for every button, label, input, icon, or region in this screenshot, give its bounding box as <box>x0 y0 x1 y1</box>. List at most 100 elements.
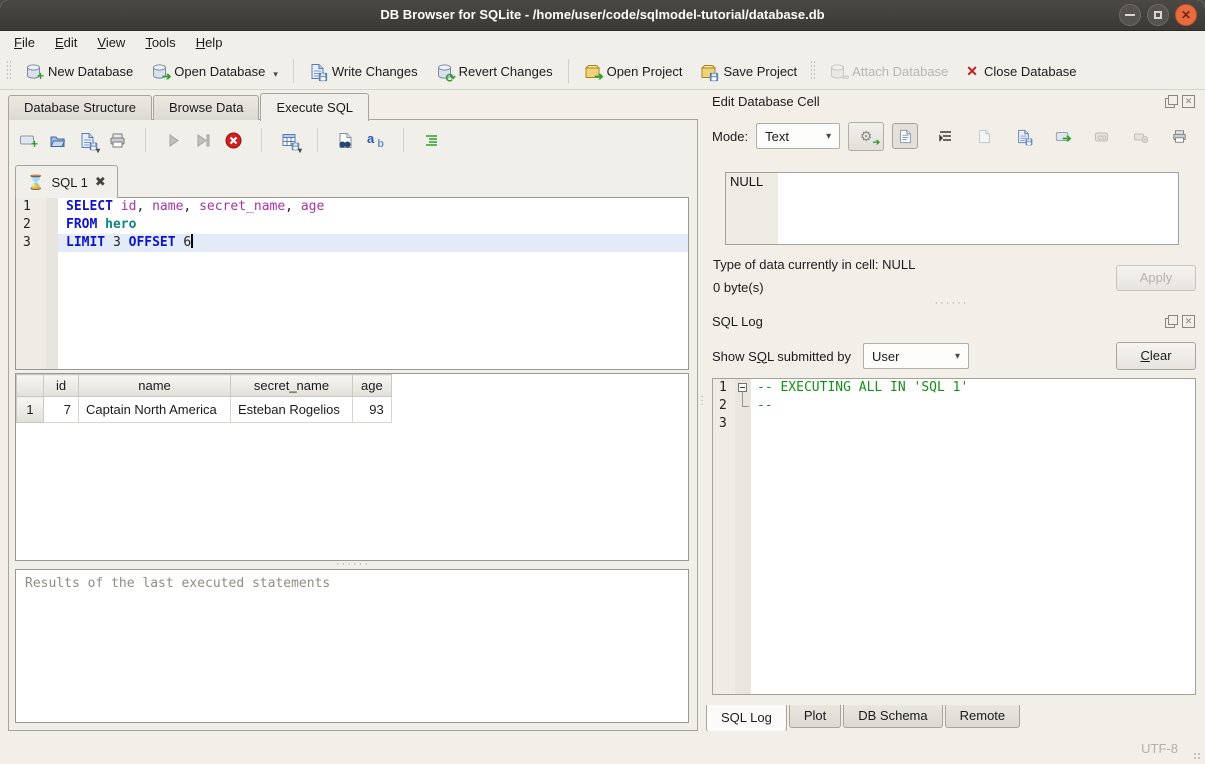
results-body: 17Captain North AmericaEsteban Rogelios9… <box>17 397 392 423</box>
find-button[interactable] <box>337 132 354 149</box>
export-cell-button[interactable]: ➔ <box>1050 124 1074 148</box>
menu-help[interactable]: Help <box>186 33 233 52</box>
table-cell[interactable]: Captain North America <box>79 397 231 423</box>
word-wrap-button[interactable] <box>933 124 957 148</box>
table-row: 17Captain North AmericaEsteban Rogelios9… <box>17 397 392 423</box>
sql-toolbar-separator <box>403 128 404 152</box>
toolbar-grip[interactable] <box>7 61 11 81</box>
chevron-down-icon: ▾ <box>816 131 831 142</box>
results-grid[interactable]: idnamesecret_nameage 17Captain North Ame… <box>15 373 689 561</box>
dock-float-icon[interactable] <box>1165 315 1178 328</box>
link-button: co <box>1089 124 1113 148</box>
mode-select[interactable]: Text ▾ <box>756 123 840 149</box>
tab-browse-data[interactable]: Browse Data <box>153 95 259 120</box>
open-sql-file-button[interactable] <box>49 132 66 149</box>
tab-db-schema[interactable]: DB Schema <box>843 705 942 728</box>
tab-plot[interactable]: Plot <box>789 705 841 728</box>
text-mode-button[interactable] <box>892 123 918 149</box>
column-header[interactable]: age <box>353 375 392 397</box>
table-cell[interactable]: Esteban Rogelios <box>231 397 353 423</box>
minimize-icon <box>1125 14 1135 16</box>
table-cell[interactable]: 7 <box>44 397 79 423</box>
tab-database-structure[interactable]: Database Structure <box>8 95 152 120</box>
sql-tab-close-icon[interactable]: ✖ <box>95 174 106 190</box>
menu-file[interactable]: File <box>4 33 45 52</box>
tab-sql-log[interactable]: SQL Log <box>706 705 787 732</box>
close-database-button[interactable]: ✕ Close Database <box>957 59 1085 84</box>
execution-status-box[interactable]: Results of the last executed statements <box>15 569 689 723</box>
sql-log-view[interactable]: 1-- EXECUTING ALL IN 'SQL 1'2--3 <box>712 378 1196 695</box>
sql-editor[interactable]: 1SELECT id, name, secret_name, age2FROM … <box>15 197 689 370</box>
dock-close-icon[interactable]: ✕ <box>1182 315 1195 328</box>
attach-database-icon: ∞ <box>829 63 846 80</box>
open-database-icon: ➔ <box>151 63 168 80</box>
new-sql-tab-button[interactable]: + <box>19 132 36 149</box>
column-header[interactable]: secret_name <box>231 375 353 397</box>
find-replace-button[interactable]: ab <box>367 132 384 149</box>
column-header[interactable]: id <box>44 375 79 397</box>
write-changes-button[interactable]: Write Changes <box>300 58 427 85</box>
text-cursor <box>191 234 193 248</box>
open-project-button[interactable]: ➔ Open Project <box>575 58 692 85</box>
minimize-button[interactable] <box>1119 4 1141 26</box>
results-splitter[interactable]: ······ <box>9 561 697 568</box>
svg-text:co: co <box>1098 133 1107 142</box>
save-project-button[interactable]: Save Project <box>691 58 806 85</box>
clear-button[interactable]: Clear <box>1116 342 1196 370</box>
stop-execution-button[interactable] <box>225 132 242 149</box>
dock-close-icon[interactable]: ✕ <box>1182 95 1195 108</box>
dock-float-icon[interactable] <box>1165 95 1178 108</box>
menu-tools[interactable]: Tools <box>135 33 185 52</box>
mode-label: Mode: <box>712 129 748 144</box>
save-sql-file-button[interactable]: ▾ <box>79 132 96 149</box>
editor-line: 3LIMIT 3 OFFSET 6 <box>16 234 688 252</box>
print-button[interactable] <box>109 132 126 149</box>
sql-log-dock-header: SQL Log ✕ <box>712 312 1195 330</box>
app-window: DB Browser for SQLite - /home/user/code/… <box>0 0 1205 764</box>
open-database-button[interactable]: ➔ Open Database ▾ <box>142 58 287 85</box>
format-sql-button[interactable] <box>423 132 440 149</box>
export-results-button[interactable]: ▾ <box>281 132 298 149</box>
close-button[interactable]: ✕ <box>1175 4 1197 26</box>
cell-editor[interactable]: NULL <box>725 172 1179 245</box>
table-cell[interactable]: 93 <box>353 397 392 423</box>
print-cell-button[interactable] <box>1167 124 1191 148</box>
sql-tab[interactable]: ⌛ SQL 1 ✖ <box>15 165 118 198</box>
revert-changes-button[interactable]: ⟳ Revert Changes <box>427 58 562 85</box>
menu-view[interactable]: View <box>87 33 135 52</box>
tab-execute-sql[interactable]: Execute SQL <box>260 93 369 121</box>
row-header[interactable]: 1 <box>17 397 44 423</box>
open-file-button <box>972 124 996 148</box>
resize-grip[interactable] <box>1193 752 1201 760</box>
maximize-icon <box>1154 11 1162 19</box>
execute-all-button <box>165 132 182 149</box>
maximize-button[interactable] <box>1147 4 1169 26</box>
column-header[interactable]: name <box>79 375 231 397</box>
window-title: DB Browser for SQLite - /home/user/code/… <box>0 0 1205 30</box>
dock-splitter[interactable]: ······ <box>706 300 1197 307</box>
pane-splitter[interactable]: · · · <box>699 395 705 421</box>
right-docks: Edit Database Cell ✕ Mode: Text ▾ ⚙ ➔ ➔ <box>706 89 1197 731</box>
sql-toolbar-separator <box>317 128 318 152</box>
cell-size-text: 0 byte(s) <box>713 280 764 295</box>
sql-toolbar-separator <box>145 128 146 152</box>
submitted-by-select[interactable]: User ▾ <box>863 343 969 369</box>
save-file-button[interactable] <box>1011 124 1035 148</box>
menu-bar: File Edit View Tools Help <box>0 31 1205 53</box>
results-header-row: idnamesecret_nameage <box>17 375 392 397</box>
log-line: 1-- EXECUTING ALL IN 'SQL 1' <box>713 379 1195 397</box>
open-project-icon: ➔ <box>584 63 601 80</box>
set-null-button <box>1128 124 1152 148</box>
title-bar[interactable]: DB Browser for SQLite - /home/user/code/… <box>0 0 1205 31</box>
tab-remote[interactable]: Remote <box>945 705 1021 728</box>
write-changes-icon <box>309 63 326 80</box>
menu-edit[interactable]: Edit <box>45 33 87 52</box>
toolbar-grip[interactable] <box>811 61 815 81</box>
grid-corner[interactable] <box>17 375 44 397</box>
save-project-icon <box>700 63 717 80</box>
new-database-button[interactable]: + New Database <box>16 58 142 85</box>
auto-apply-button[interactable]: ⚙ ➔ <box>848 122 884 151</box>
sql-tab-label: SQL 1 <box>51 175 87 190</box>
window-controls: ✕ <box>1119 4 1197 26</box>
open-database-dropdown-icon[interactable]: ▾ <box>273 69 278 80</box>
